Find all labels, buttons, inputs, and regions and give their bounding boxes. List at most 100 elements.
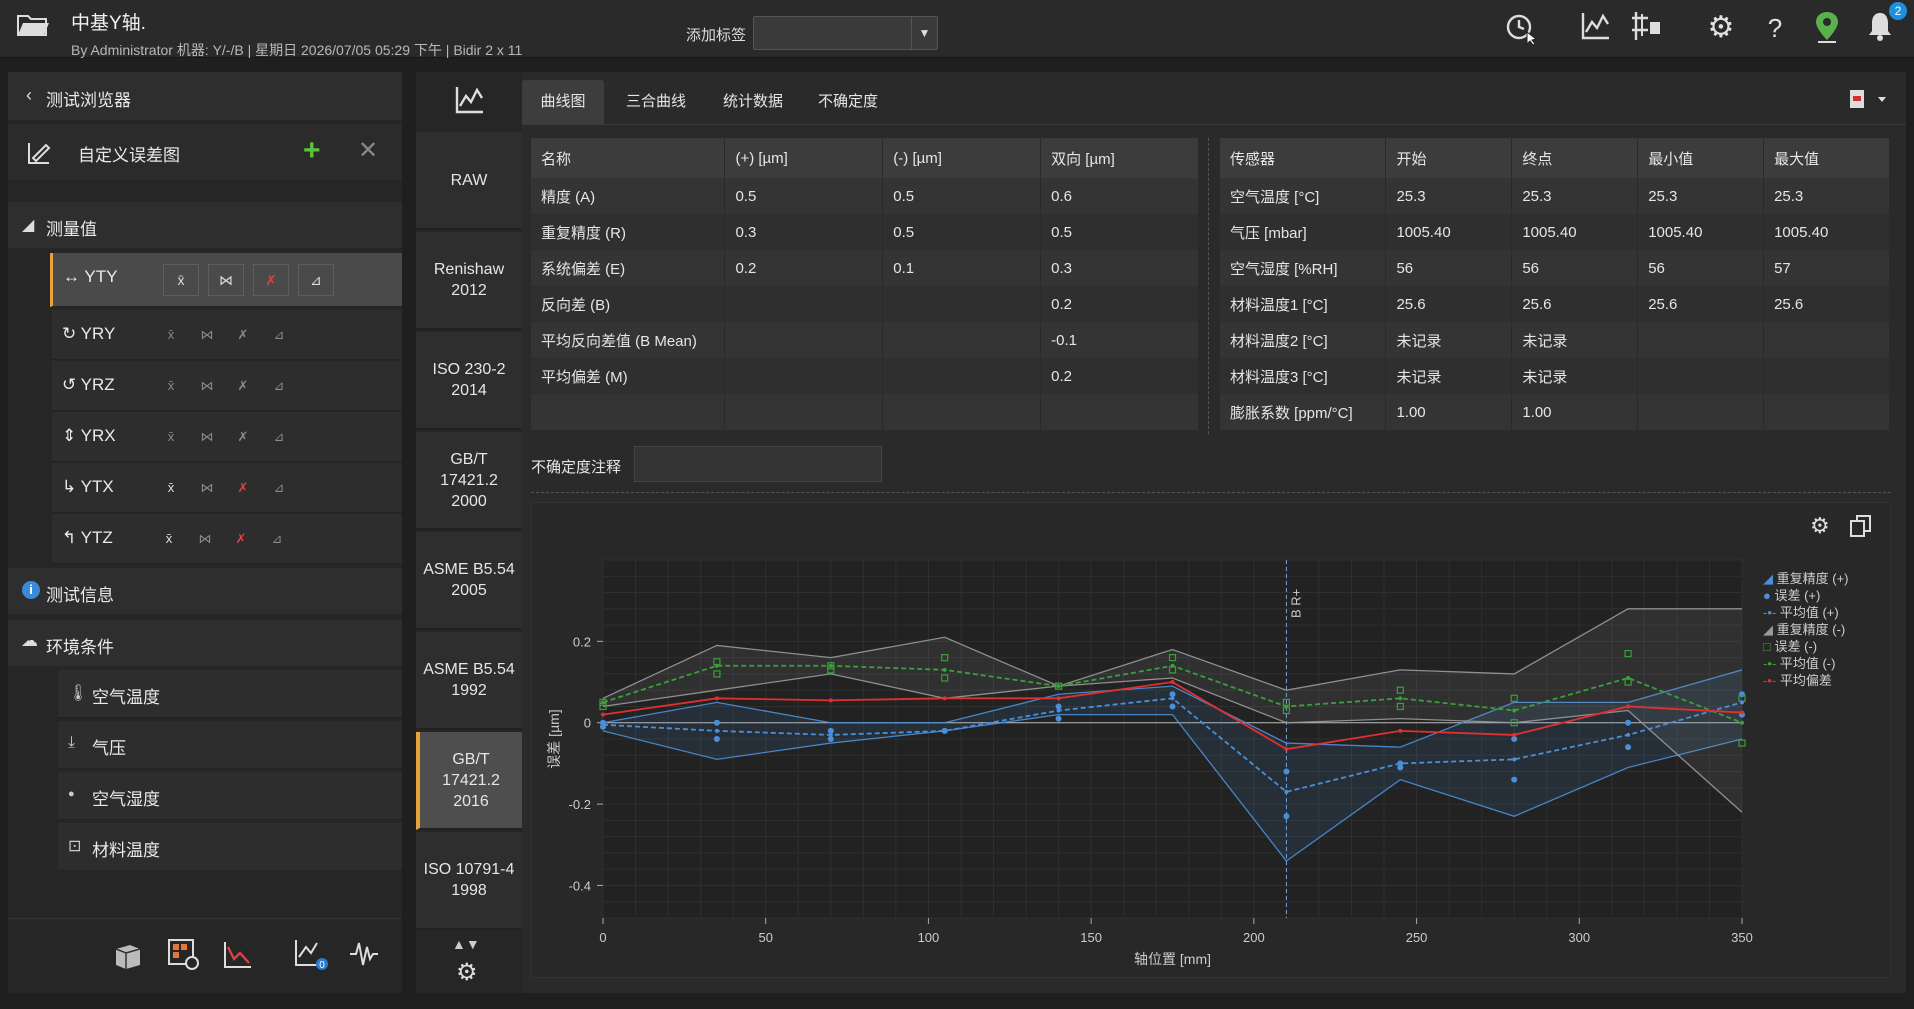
- series-point[interactable]: [1284, 704, 1289, 709]
- series-point[interactable]: [1170, 663, 1175, 668]
- repeat-icon[interactable]: ⋈: [196, 477, 218, 499]
- series-point[interactable]: [1398, 728, 1403, 733]
- scroll-arrows-icon[interactable]: ▲▼: [452, 936, 480, 952]
- mean-x-icon[interactable]: x̄: [160, 477, 182, 499]
- waveform-icon[interactable]: [348, 939, 380, 969]
- legend-item[interactable]: ● 误差 (+): [1763, 587, 1849, 604]
- error-icon[interactable]: ✗: [232, 375, 254, 397]
- chart-mode-icon[interactable]: [454, 84, 486, 116]
- legend-item[interactable]: ◢ 重复精度 (-): [1763, 621, 1849, 638]
- gear-icon[interactable]: ⚙: [1703, 10, 1739, 46]
- series-point[interactable]: [1056, 696, 1061, 701]
- series-point[interactable]: [942, 728, 947, 733]
- series-point[interactable]: [1626, 704, 1631, 709]
- chart-detail-icon[interactable]: ⊿: [268, 324, 290, 346]
- chart-down-icon[interactable]: [222, 939, 254, 971]
- series-point[interactable]: [1056, 708, 1061, 713]
- chart-detail-icon[interactable]: ⊿: [268, 375, 290, 397]
- repeat-button[interactable]: ⋈: [208, 264, 244, 296]
- gear-icon[interactable]: ⚙: [456, 958, 478, 987]
- measurement-row-yrx[interactable]: ⇕ YRX x̄ ⋈ ✗ ⊿: [52, 412, 402, 462]
- series-point[interactable]: [1740, 700, 1744, 705]
- standard-asme-b5-54-2005[interactable]: ASME B5.54 2005: [416, 532, 522, 630]
- axis-icon[interactable]: [1630, 10, 1666, 46]
- col-bidir[interactable]: 双向 [µm]: [1040, 138, 1199, 178]
- col-max[interactable]: 最大值: [1763, 138, 1890, 178]
- custom-plot-row[interactable]: 自定义误差图 + ✕: [8, 124, 402, 180]
- col-minus[interactable]: (-) [µm]: [882, 138, 1042, 178]
- data-point[interactable]: [1625, 744, 1632, 751]
- series-point[interactable]: [828, 663, 833, 668]
- series-point[interactable]: [1626, 732, 1631, 737]
- series-point[interactable]: [1740, 720, 1744, 725]
- tag-select[interactable]: ▼: [753, 16, 938, 50]
- series-point[interactable]: [601, 722, 605, 727]
- data-point[interactable]: [1283, 768, 1290, 775]
- location-icon[interactable]: [1809, 10, 1845, 46]
- data-point[interactable]: [1511, 776, 1518, 783]
- mean-x-icon[interactable]: x̄: [160, 375, 182, 397]
- chart-zero-icon[interactable]: 0: [293, 937, 329, 971]
- legend-item[interactable]: □ 误差 (-): [1763, 638, 1849, 655]
- data-point[interactable]: [1739, 691, 1745, 698]
- help-icon[interactable]: ?: [1757, 10, 1793, 46]
- series-point[interactable]: [714, 728, 719, 733]
- mean-x-icon[interactable]: x̄: [158, 528, 180, 550]
- col-end[interactable]: 终点: [1511, 138, 1639, 178]
- chevron-down-icon[interactable]: ▼: [911, 17, 937, 49]
- series-point[interactable]: [942, 667, 947, 672]
- mean-x-icon[interactable]: x̄: [160, 426, 182, 448]
- 3d-box-icon[interactable]: [112, 939, 144, 971]
- tab-statistics[interactable]: 统计数据: [708, 80, 798, 124]
- standard-gbt-17421-2-2016[interactable]: GB/T 17421.2 2016: [416, 732, 522, 830]
- series-point[interactable]: [714, 663, 719, 668]
- standard-iso-10791-4-1998[interactable]: ISO 10791-4 1998: [416, 832, 522, 930]
- col-start[interactable]: 开始: [1385, 138, 1513, 178]
- chart-detail-icon[interactable]: ⊿: [268, 477, 290, 499]
- measurement-row-ytz[interactable]: ↰ YTZ x̄ ⋈ ✗ ⊿: [52, 514, 402, 564]
- series-point[interactable]: [1398, 761, 1403, 766]
- series-point[interactable]: [714, 696, 719, 701]
- series-point[interactable]: [1512, 732, 1517, 737]
- series-point[interactable]: [1740, 710, 1744, 715]
- tab-plot[interactable]: 曲线图: [522, 80, 604, 124]
- col-sensor[interactable]: 传感器: [1220, 138, 1387, 178]
- legend-item[interactable]: ◢ 重复精度 (+): [1763, 570, 1849, 587]
- error-icon[interactable]: ✗: [230, 528, 252, 550]
- export-report-icon[interactable]: [1848, 88, 1888, 112]
- back-row[interactable]: ‹ 测试浏览器: [8, 72, 402, 120]
- mean-x-button[interactable]: x̄: [163, 264, 199, 296]
- legend-item[interactable]: -•- 平均偏差: [1763, 672, 1849, 689]
- error-icon[interactable]: ✗: [232, 426, 254, 448]
- add-icon[interactable]: +: [303, 134, 321, 168]
- tab-combined-curve[interactable]: 三合曲线: [614, 80, 698, 124]
- series-point[interactable]: [828, 732, 833, 737]
- measurement-row-yrz[interactable]: ↺ YRZ x̄ ⋈ ✗ ⊿: [52, 361, 402, 411]
- repeat-icon[interactable]: ⋈: [196, 324, 218, 346]
- series-point[interactable]: [942, 696, 947, 701]
- repeat-icon[interactable]: ⋈: [194, 528, 216, 550]
- col-name[interactable]: 名称: [531, 138, 726, 178]
- chart-detail-icon[interactable]: ⊿: [266, 528, 288, 550]
- env-conditions-row[interactable]: ☁ 环境条件: [8, 620, 402, 666]
- series-point[interactable]: [1056, 684, 1061, 689]
- error-chart[interactable]: 0 50 100 150 200 250 300 350 -0.4 -0.2 0 0.2 轴位置 [mm…: [531, 502, 1891, 978]
- env-item-air-temp[interactable]: 🌡 空气温度: [58, 670, 402, 718]
- series-point[interactable]: [1284, 789, 1289, 794]
- error-button[interactable]: ✗: [253, 264, 289, 296]
- data-point[interactable]: [1169, 703, 1176, 710]
- repeat-icon[interactable]: ⋈: [196, 375, 218, 397]
- error-icon[interactable]: ✗: [232, 477, 254, 499]
- test-info-row[interactable]: i 测试信息: [8, 568, 402, 614]
- series-point[interactable]: [828, 698, 833, 703]
- standard-raw[interactable]: RAW: [416, 132, 522, 230]
- env-item-material-temp[interactable]: ⊡ 材料温度: [58, 823, 402, 871]
- series-point[interactable]: [601, 700, 605, 705]
- chevron-left-icon[interactable]: ‹: [26, 85, 32, 106]
- clock-cursor-icon[interactable]: [1503, 10, 1539, 46]
- tab-uncertainty[interactable]: 不确定度: [808, 80, 888, 124]
- standard-iso-230-2-2014[interactable]: ISO 230-2 2014: [416, 332, 522, 430]
- data-point[interactable]: [1283, 813, 1290, 820]
- standard-gbt-17421-2-2000[interactable]: GB/T 17421.2 2000: [416, 432, 522, 530]
- env-item-humidity[interactable]: ● 空气湿度: [58, 772, 402, 820]
